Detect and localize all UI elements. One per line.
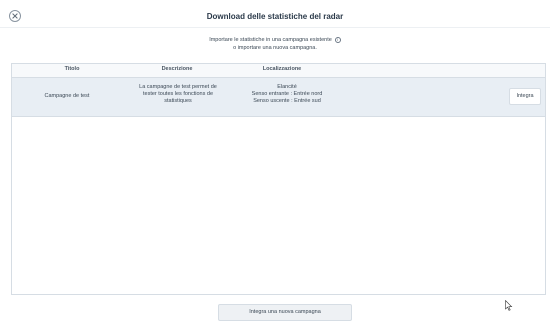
row-location-line: Senso entrante : Entrée nord: [251, 91, 323, 97]
header-divider: [0, 27, 550, 28]
table-row[interactable]: Campagne de test La campagne de test per…: [12, 78, 545, 117]
column-header-location: Localizzazione: [262, 66, 302, 72]
row-description-line: tester toutes les fonctions de: [142, 91, 213, 97]
intro-line-1: Importare le statistiche in una campagna…: [209, 37, 332, 43]
intro-line-2: o importare una nuova campagna.: [233, 45, 317, 51]
integrate-button[interactable]: Integra: [509, 88, 541, 105]
table-header: Titolo Descrizione Localizzazione: [12, 64, 545, 78]
row-description-line: statistiques: [164, 98, 192, 104]
campaigns-table: Titolo Descrizione Localizzazione Campag…: [11, 63, 546, 295]
row-location: Elancité Senso entrante : Entrée nord Se…: [232, 84, 342, 105]
column-header-title: Titolo: [64, 66, 80, 72]
row-title: Campagne de test: [44, 93, 90, 99]
column-header-description: Descrizione: [161, 66, 193, 72]
row-location-line: Senso uscente : Entrée sud: [253, 98, 321, 104]
row-description-line: La campagne de test permet de: [139, 84, 217, 90]
row-description: La campagne de test permet de tester tou…: [124, 84, 232, 105]
integrate-new-campaign-button[interactable]: Integra una nuova campagna: [218, 304, 352, 321]
mouse-cursor-icon: [505, 300, 513, 311]
page-title: Download delle statistiche del radar: [206, 12, 344, 21]
info-icon[interactable]: i: [334, 37, 341, 43]
row-location-line: Elancité: [277, 84, 297, 90]
intro-text: Importare le statistiche in una campagna…: [0, 36, 550, 52]
